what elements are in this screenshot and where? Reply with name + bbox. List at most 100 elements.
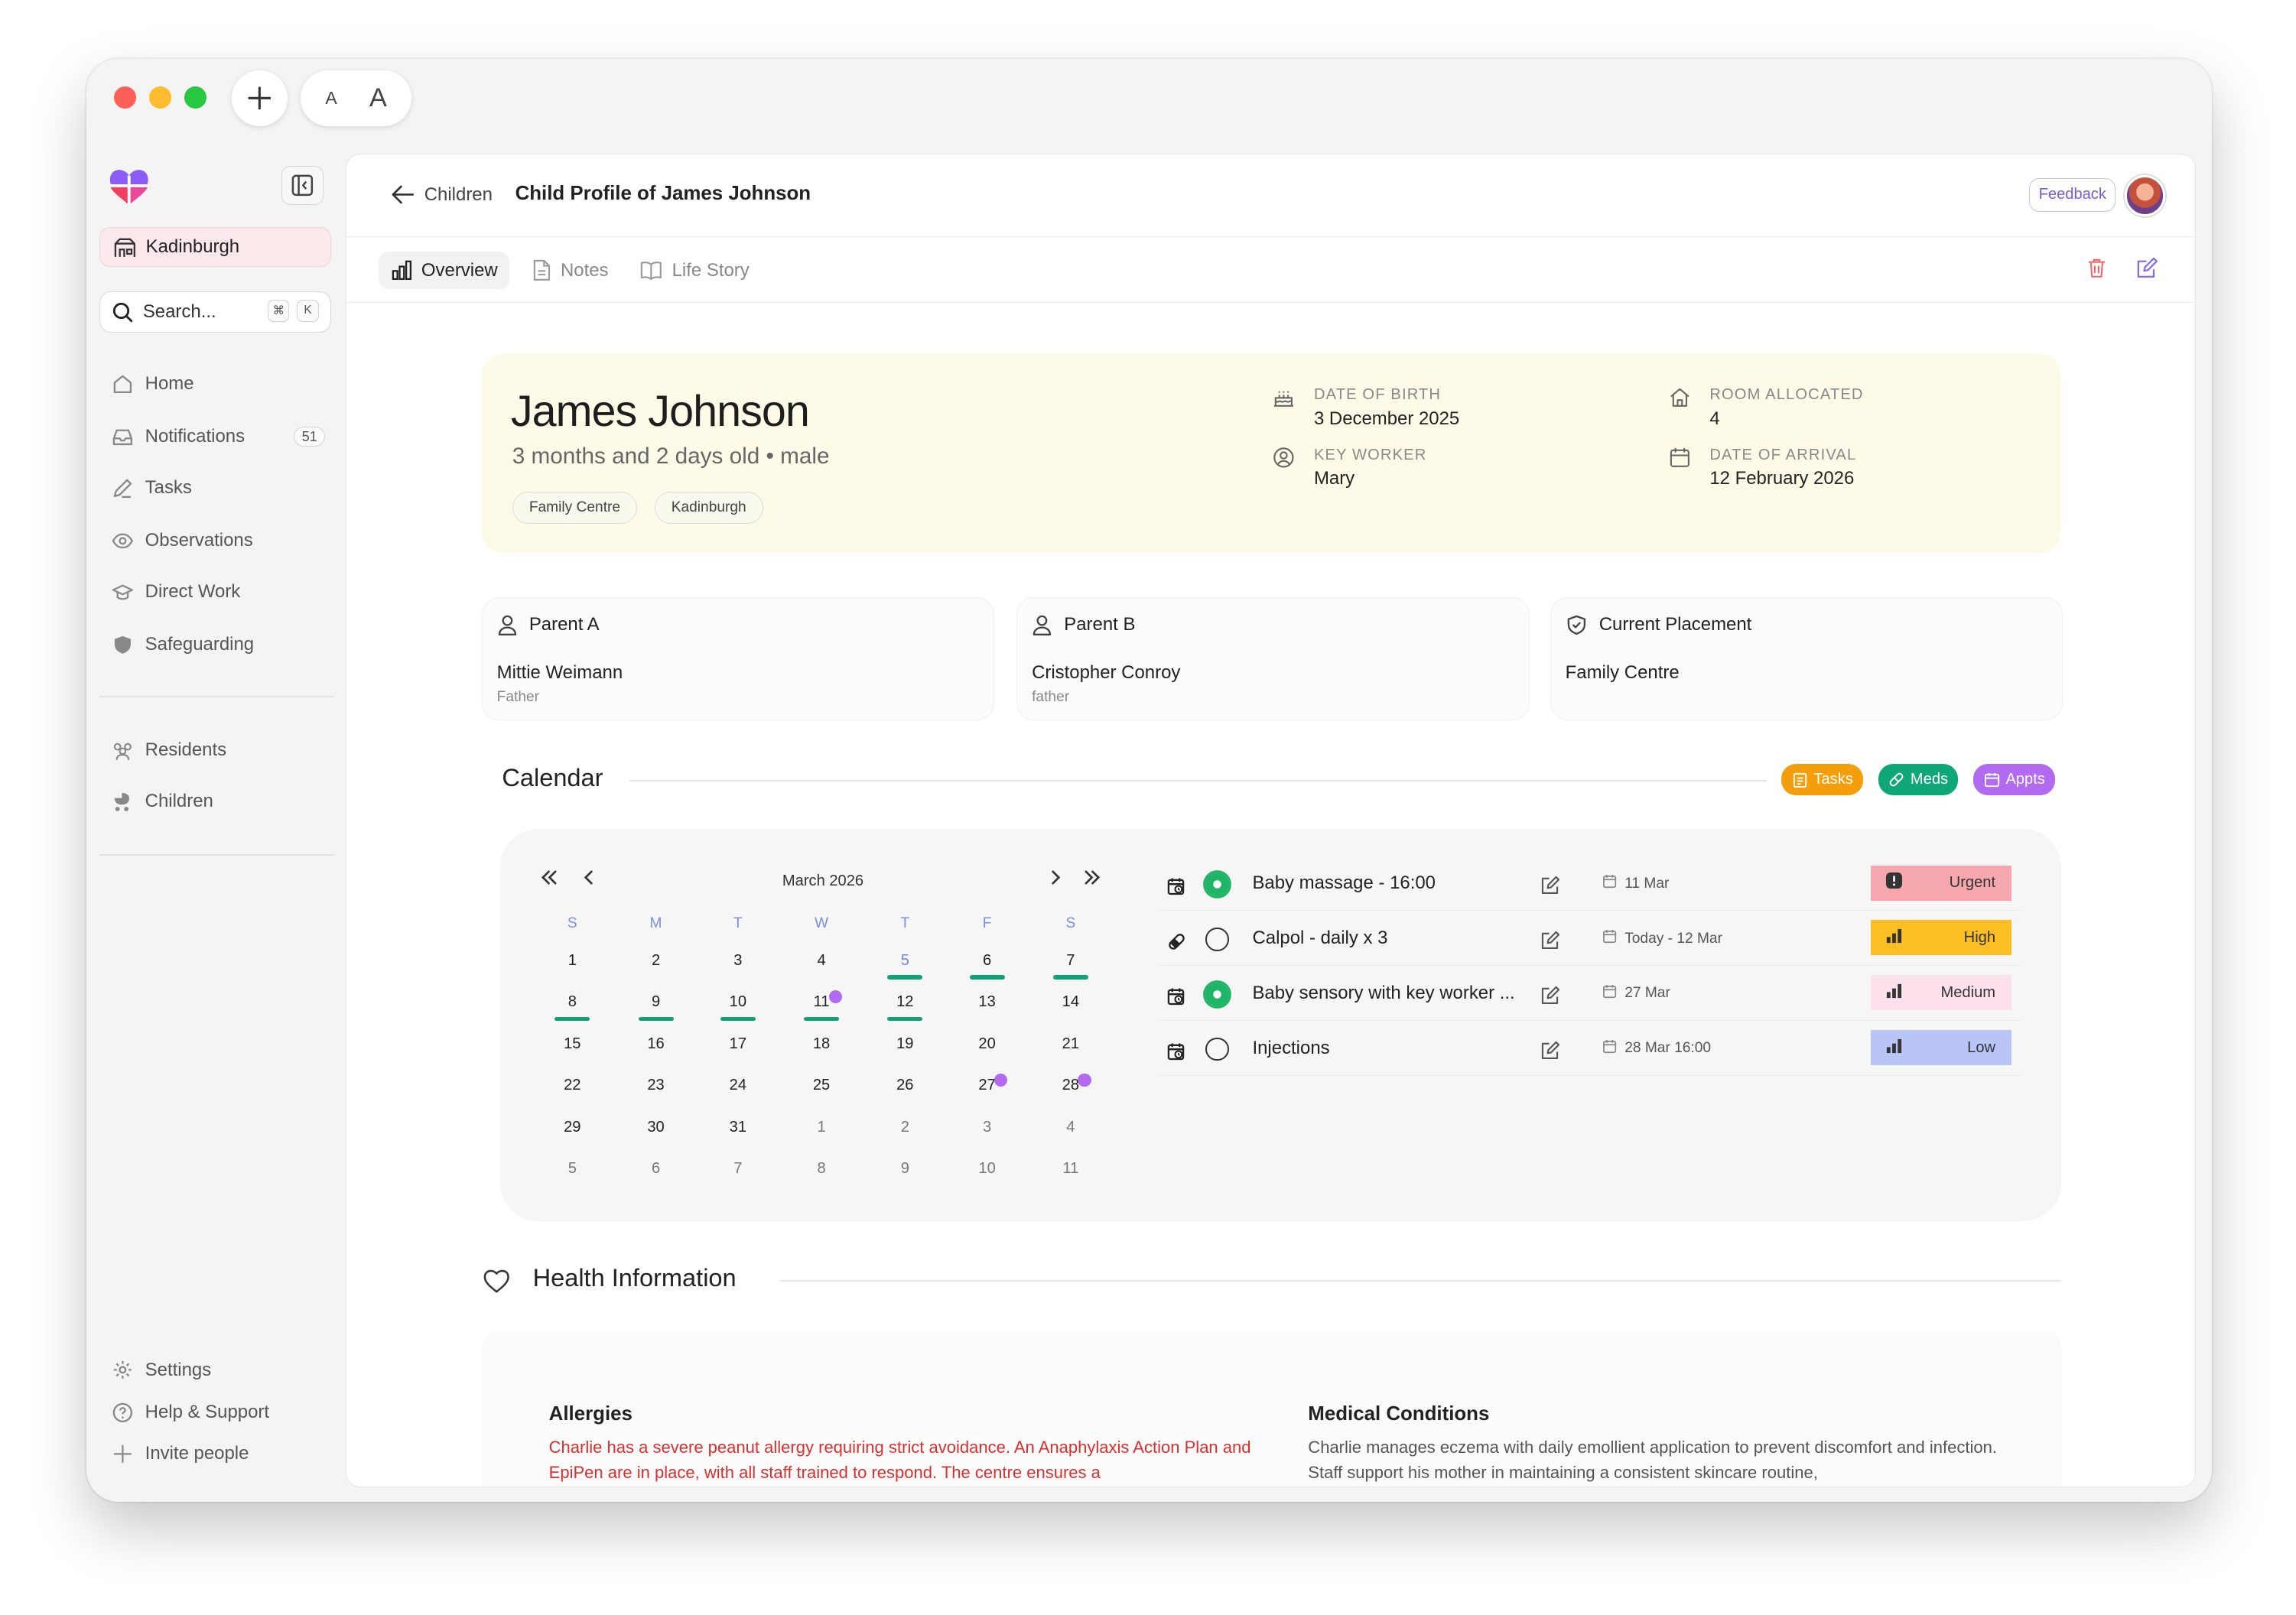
minimize-window-button[interactable] [149,86,172,109]
calendar-day[interactable]: 5 [543,1155,602,1197]
font-size-control: A A [300,70,412,126]
calendar-day[interactable]: 31 [709,1114,768,1155]
edit-profile-button[interactable] [2136,257,2158,285]
sidebar-item-invite[interactable]: Invite people [112,1439,326,1468]
legend-appts[interactable]: Appts [1973,764,2056,795]
calendar-day[interactable]: 1 [792,1114,851,1155]
calendar-day[interactable]: 21 [1042,1031,1101,1072]
calendar-day[interactable]: 15 [543,1031,602,1072]
key-worker: KEY WORKER Mary [1273,447,1426,490]
calendar-day[interactable]: 9 [876,1155,935,1197]
current-placement-card[interactable]: Current Placement Family Centre [1550,596,2063,720]
sidebar-item-residents[interactable]: Residents [112,736,326,765]
tab-life-story[interactable]: Life Story [628,252,761,290]
calendar-day[interactable]: 19 [876,1031,935,1072]
tab-notes[interactable]: Notes [519,252,620,290]
sidebar-item-notifications[interactable]: Notifications 51 [112,422,326,451]
calendar-day[interactable]: 2 [876,1114,935,1155]
status-toggle[interactable] [1205,928,1229,951]
sidebar-item-help[interactable]: Help & Support [112,1398,326,1427]
sidebar-item-tasks[interactable]: Tasks [112,473,326,502]
search-input[interactable]: Search... ⌘ K [99,291,332,333]
feedback-button[interactable]: Feedback [2029,177,2116,212]
calendar-day[interactable]: 7 [709,1155,768,1197]
calendar-day[interactable]: 11 [1042,1155,1101,1197]
calendar-day[interactable]: 18 [792,1031,851,1072]
calendar-day[interactable]: 28 [1042,1072,1101,1113]
zoom-window-button[interactable] [184,86,207,109]
calendar-day[interactable]: 3 [958,1114,1016,1155]
calendar-day[interactable]: 14 [1042,989,1101,1030]
next-year-button[interactable] [1084,866,1101,892]
sidebar-item-settings[interactable]: Settings [112,1356,326,1385]
status-toggle[interactable] [1205,1037,1229,1061]
calendar-day[interactable]: 2 [626,947,685,989]
calendar-day[interactable]: 9 [626,989,685,1030]
calendar-day[interactable]: 30 [626,1114,685,1155]
calendar-day[interactable]: 23 [626,1072,685,1113]
new-tab-button[interactable] [231,70,288,126]
calendar-day[interactable]: 29 [543,1114,602,1155]
organisation-switcher[interactable]: Kadinburgh [99,227,332,267]
parent-a-card[interactable]: Parent A Mittie Weimann Father [481,596,995,720]
edit-item-button[interactable] [1541,874,1560,901]
status-toggle[interactable] [1205,872,1229,896]
legend-meds[interactable]: Meds [1878,764,1959,795]
prev-year-button[interactable] [540,866,558,892]
calendar-day[interactable]: 4 [792,947,851,989]
signal-icon [1885,1037,1903,1059]
calendar-item-row[interactable]: Injections 28 Mar 16:00 Low [1156,1023,2022,1076]
prev-month-button[interactable] [580,866,597,892]
calendar-day[interactable]: 11 [792,989,851,1030]
next-month-button[interactable] [1047,866,1065,892]
calendar-day[interactable]: 22 [543,1072,602,1113]
legend-tasks[interactable]: Tasks [1781,764,1864,795]
calendar-day[interactable]: 6 [626,1155,685,1197]
sidebar-item-direct-work[interactable]: Direct Work [112,577,326,606]
calendar-day[interactable]: 4 [1042,1114,1101,1155]
sidebar-item-safeguarding[interactable]: Safeguarding [112,630,326,659]
calendar-day[interactable]: 5 [876,947,935,989]
calendar-day[interactable]: 8 [543,989,602,1030]
calendar-day[interactable]: 24 [709,1072,768,1113]
shortcut-k-key: K [297,299,319,322]
calendar-day[interactable]: 17 [709,1031,768,1072]
calendar-day[interactable]: 10 [709,989,768,1030]
tab-overview[interactable]: Overview [379,251,510,290]
calendar-day[interactable]: 12 [876,989,935,1030]
edit-item-button[interactable] [1541,1039,1560,1066]
user-avatar[interactable] [2124,175,2166,216]
font-increase-button[interactable]: A [369,83,387,113]
collapse-sidebar-button[interactable] [281,165,324,206]
calendar-day[interactable]: 13 [958,989,1016,1030]
sidebar-item-observations[interactable]: Observations [112,526,326,555]
calendar-day[interactable]: 10 [958,1155,1016,1197]
day-number: 18 [812,1035,831,1052]
back-to-children-link[interactable]: Children [391,184,493,206]
calendar-day[interactable]: 27 [958,1072,1016,1113]
calendar-day[interactable]: 16 [626,1031,685,1072]
status-toggle[interactable] [1205,982,1229,1006]
calendar-day[interactable]: 8 [792,1155,851,1197]
fact-label: ROOM ALLOCATED [1709,385,1864,403]
calendar-item-row[interactable]: Baby sensory with key worker ... 27 Mar Me… [1156,968,2022,1021]
edit-item-button[interactable] [1541,984,1560,1011]
calendar-day[interactable]: 26 [876,1072,935,1113]
close-window-button[interactable] [114,86,137,109]
edit-item-button[interactable] [1541,929,1560,956]
sidebar-item-children[interactable]: Children [112,787,326,816]
font-decrease-button[interactable]: A [325,88,337,109]
calendar-day[interactable]: 3 [709,947,768,989]
delete-button[interactable] [2086,257,2107,285]
sidebar-item-home[interactable]: Home [112,369,326,398]
calendar-item-row[interactable]: Baby massage - 16:00 11 Mar Urgent [1156,858,2022,911]
parent-b-card[interactable]: Parent B Cristopher Conroy father [1016,596,1530,720]
calendar-item-row[interactable]: Calpol - daily x 3 Today - 12 Mar High [1156,913,2022,966]
item-title: Baby massage - 16:00 [1252,872,1436,894]
calendar-day[interactable]: 6 [958,947,1016,989]
calendar-day[interactable]: 25 [792,1072,851,1113]
card-heading: Parent B [1064,614,1136,635]
calendar-day[interactable]: 1 [543,947,602,989]
calendar-day[interactable]: 20 [958,1031,1016,1072]
calendar-day[interactable]: 7 [1042,947,1101,989]
